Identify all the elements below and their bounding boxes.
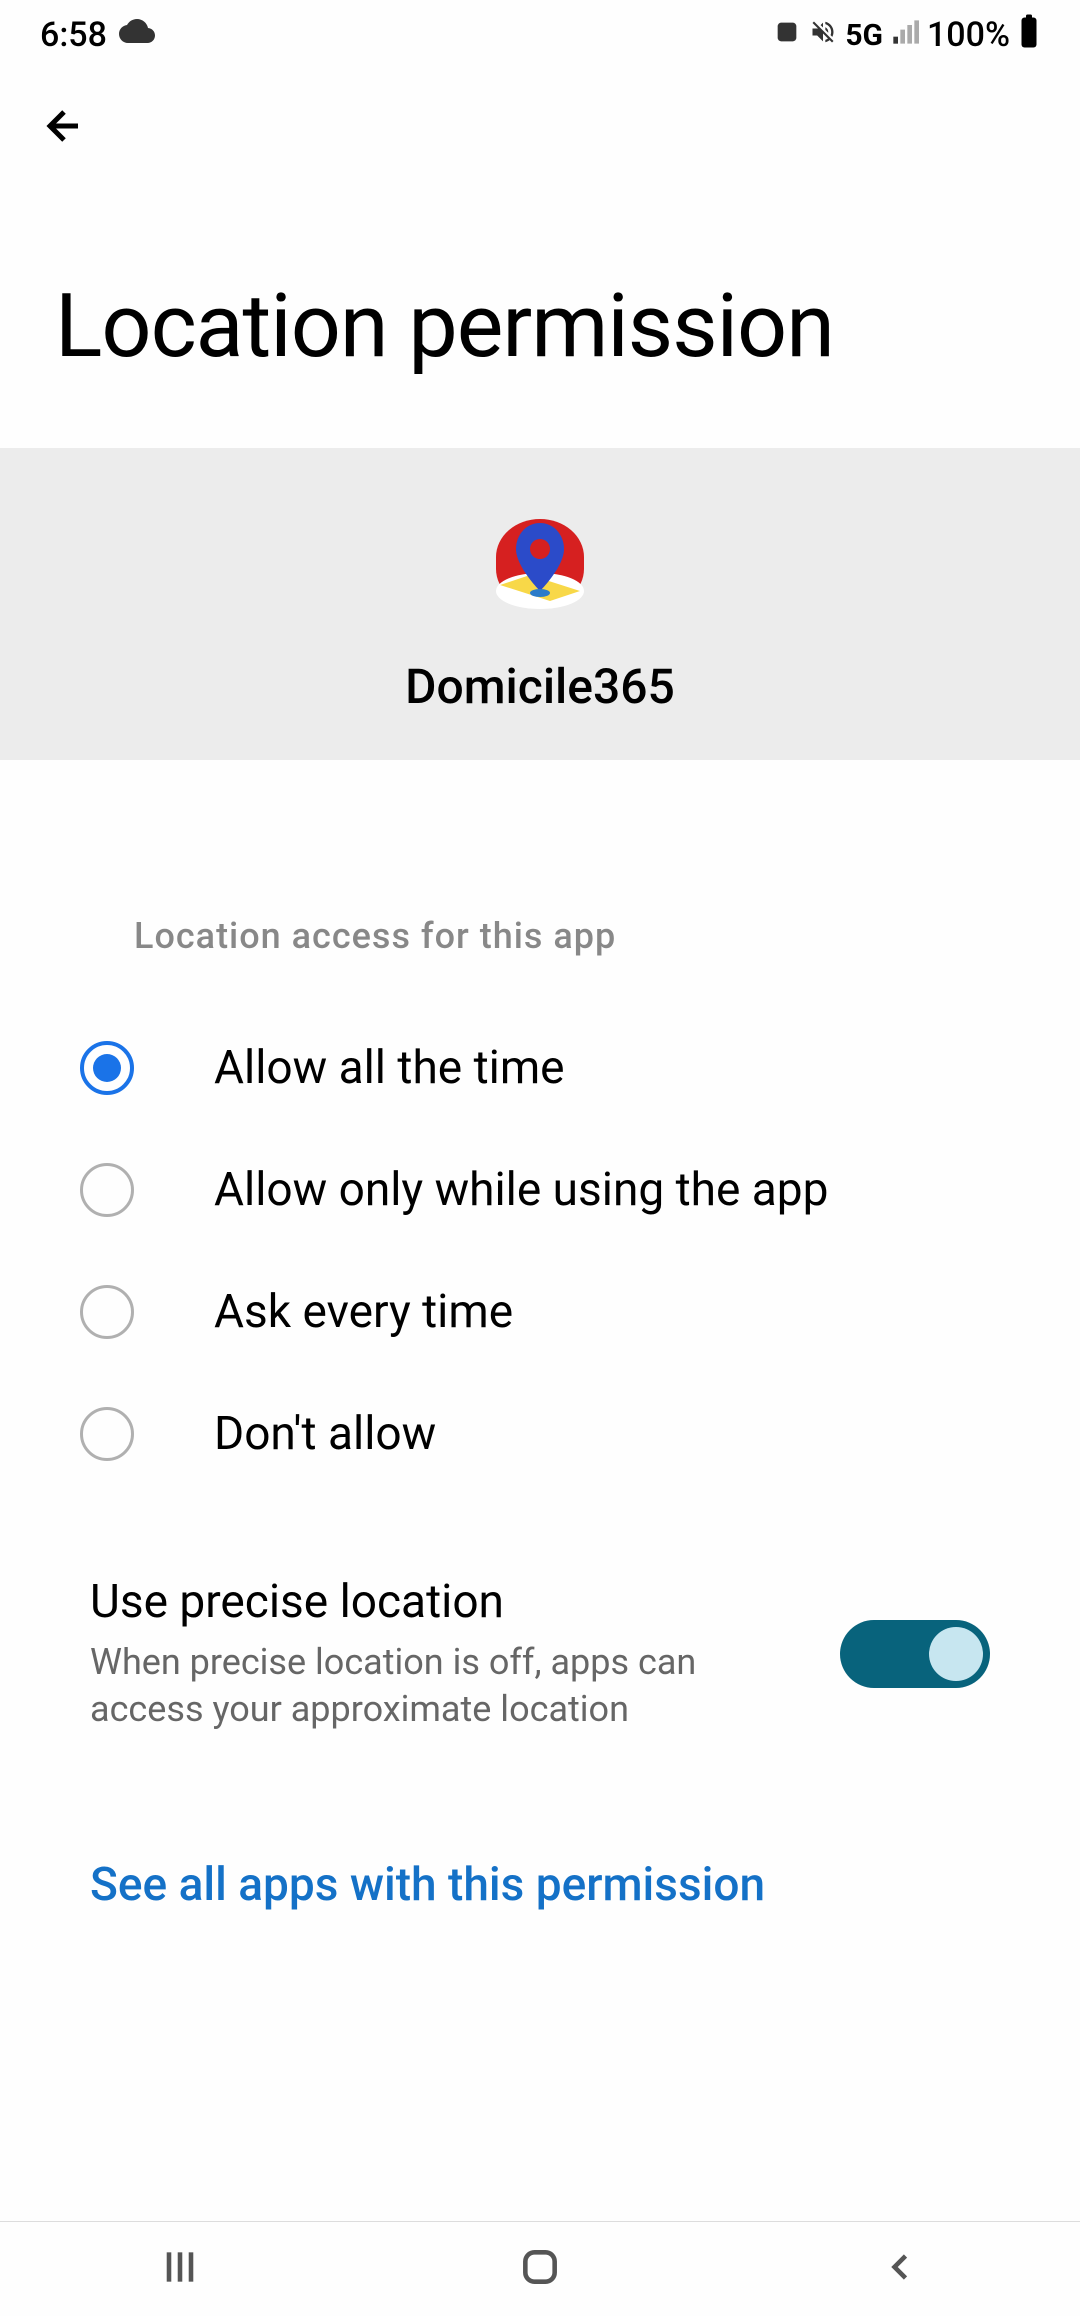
radio-label: Allow only while using the app: [214, 1163, 828, 1217]
app-name: Domicile365: [405, 658, 675, 715]
option-ask-every-time[interactable]: Ask every time: [80, 1251, 1000, 1373]
cloud-icon: [119, 13, 155, 58]
toggle-text: Use precise location When precise locati…: [90, 1575, 840, 1733]
battery-icon: [1018, 13, 1040, 58]
status-time: 6:58: [40, 15, 107, 55]
app-icon: [480, 503, 600, 623]
precise-location-toggle[interactable]: [840, 1620, 990, 1688]
refresh-icon: [773, 15, 801, 55]
radio-label: Allow all the time: [214, 1041, 565, 1095]
mute-icon: [809, 15, 837, 55]
page-title: Location permission: [0, 185, 1080, 448]
toggle-subtitle: When precise location is off, apps can a…: [90, 1639, 800, 1733]
network-type: 5G: [845, 18, 883, 53]
recents-button[interactable]: [158, 2245, 202, 2293]
home-button[interactable]: [518, 2245, 562, 2293]
radio-label: Don't allow: [214, 1407, 436, 1461]
radio-allow-while-using: [80, 1163, 134, 1217]
toggle-title: Use precise location: [90, 1575, 800, 1629]
status-right: 5G 100%: [773, 13, 1040, 58]
radio-ask-every-time: [80, 1285, 134, 1339]
options-section: Location access for this app Allow all t…: [0, 760, 1080, 1912]
link-section: See all apps with this permission: [0, 1733, 1080, 1912]
precise-location-section[interactable]: Use precise location When precise locati…: [0, 1495, 1080, 1733]
radio-label: Ask every time: [214, 1285, 513, 1339]
back-nav-button[interactable]: [878, 2245, 922, 2293]
signal-icon: [891, 15, 919, 55]
section-label: Location access for this app: [0, 915, 1080, 1007]
header-bar: [0, 70, 1080, 185]
option-allow-all-time[interactable]: Allow all the time: [80, 1007, 1000, 1129]
see-all-apps-link[interactable]: See all apps with this permission: [90, 1858, 990, 1912]
option-dont-allow[interactable]: Don't allow: [80, 1373, 1000, 1495]
nav-bar: [0, 2221, 1080, 2316]
radio-allow-all-time: [80, 1041, 134, 1095]
status-bar: 6:58 5G 100%: [0, 0, 1080, 70]
battery-percent: 100%: [927, 15, 1010, 55]
app-section: Domicile365: [0, 448, 1080, 760]
back-button[interactable]: [40, 102, 88, 154]
radio-dont-allow: [80, 1407, 134, 1461]
option-allow-while-using[interactable]: Allow only while using the app: [80, 1129, 1000, 1251]
status-left: 6:58: [40, 13, 155, 58]
